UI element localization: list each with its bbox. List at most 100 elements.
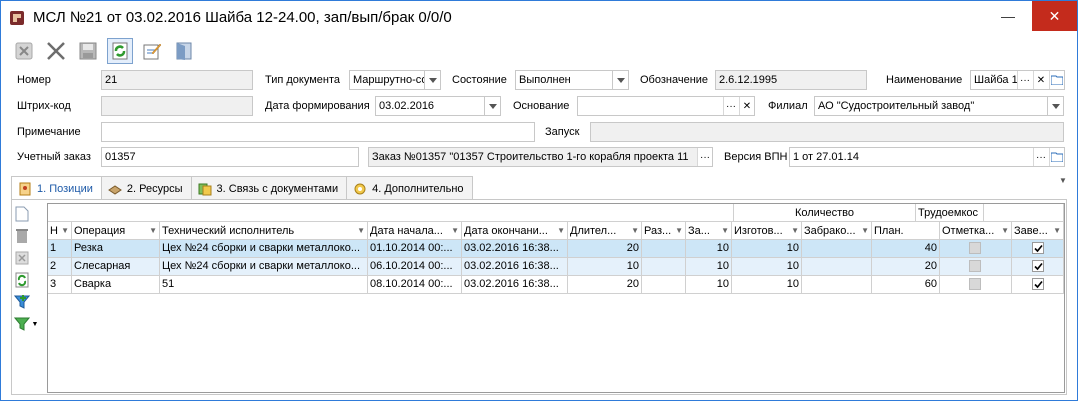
group-header-quantity: Количество bbox=[734, 204, 916, 222]
tab-positions[interactable]: 1. Позиции bbox=[11, 176, 102, 201]
mark-checkbox[interactable] bbox=[969, 242, 981, 254]
grid-side-toolbar: ▼ bbox=[13, 204, 39, 336]
tab-document-links[interactable]: 3. Связь с документами bbox=[190, 176, 348, 200]
form-date-select[interactable]: 03.02.2016 bbox=[375, 96, 501, 116]
col-header-done-label: Заве... bbox=[1014, 225, 1048, 237]
delete-row-button[interactable] bbox=[13, 226, 31, 246]
order-field[interactable]: 01357 bbox=[101, 147, 359, 167]
col-header-plan[interactable]: План. bbox=[872, 222, 940, 240]
folder-button[interactable] bbox=[1049, 148, 1064, 166]
filter-icon[interactable]: ▼ bbox=[721, 226, 729, 235]
table-row[interactable]: 3 Сварка 51 08.10.2014 00:... 03.02.2016… bbox=[48, 276, 1064, 294]
positions-grid: Количество Трудоемкос Н ▼ Операция ▼ Техни… bbox=[47, 203, 1065, 393]
table-row[interactable]: 2 Слесарная Цех №24 сборки и сварки мета… bbox=[48, 258, 1064, 276]
filter-icon[interactable]: ▼ bbox=[791, 226, 799, 235]
tab-additional[interactable]: 4. Дополнительно bbox=[346, 176, 473, 200]
note-field[interactable] bbox=[101, 122, 535, 142]
doc-type-select[interactable]: Маршрутно-со bbox=[349, 70, 441, 90]
edit-button[interactable] bbox=[139, 38, 165, 64]
chevron-down-icon[interactable] bbox=[424, 71, 440, 89]
col-header-rejected[interactable]: Забрако... ▼ bbox=[802, 222, 872, 240]
cell-rejected bbox=[802, 258, 872, 276]
branch-select[interactable]: АО "Судостроительный завод" bbox=[814, 96, 1064, 116]
nomer-field[interactable]: 21 bbox=[101, 70, 253, 90]
tab-resources-label: 2. Ресурсы bbox=[126, 182, 183, 195]
folder-button[interactable] bbox=[1049, 71, 1064, 89]
ellipsis-button[interactable]: ··· bbox=[1017, 71, 1032, 89]
col-header-executor[interactable]: Технический исполнитель ▼ bbox=[160, 222, 368, 240]
launch-field[interactable] bbox=[590, 122, 1064, 142]
vpn-field[interactable]: 1 от 27.01.14 ··· bbox=[789, 147, 1065, 167]
done-checkbox[interactable] bbox=[1032, 242, 1044, 254]
chevron-down-icon[interactable] bbox=[484, 97, 500, 115]
mark-checkbox[interactable] bbox=[969, 260, 981, 272]
launch-label: Запуск bbox=[545, 126, 580, 138]
basis-field[interactable]: ··· ✕ bbox=[577, 96, 755, 116]
branch-value: АО "Судостроительный завод" bbox=[818, 100, 975, 112]
barcode-field[interactable] bbox=[101, 96, 253, 116]
mark-checkbox[interactable] bbox=[969, 278, 981, 290]
group-header-labor: Трудоемкос bbox=[916, 204, 984, 222]
filter-icon[interactable]: ▼ bbox=[861, 226, 869, 235]
filter-add-button[interactable] bbox=[13, 292, 31, 312]
ellipsis-button[interactable]: ··· bbox=[697, 148, 712, 166]
cancel-row-button[interactable] bbox=[13, 248, 31, 268]
chevron-down-icon[interactable] bbox=[1047, 97, 1063, 115]
dropdown-arrow-icon[interactable]: ▼ bbox=[32, 321, 39, 328]
done-checkbox[interactable] bbox=[1032, 278, 1044, 290]
new-row-button[interactable] bbox=[13, 204, 31, 224]
filter-button[interactable]: ▼ bbox=[13, 314, 39, 334]
filter-icon[interactable]: ▼ bbox=[451, 226, 459, 235]
filter-icon[interactable]: ▼ bbox=[557, 226, 565, 235]
filter-icon[interactable]: ▼ bbox=[61, 226, 69, 235]
vpn-value: 1 от 27.01.14 bbox=[793, 151, 859, 163]
filter-icon[interactable]: ▼ bbox=[1053, 226, 1061, 235]
col-header-end[interactable]: Дата окончани... ▼ bbox=[462, 222, 568, 240]
refresh-grid-button[interactable] bbox=[13, 270, 31, 290]
tab-resources[interactable]: 2. Ресурсы bbox=[100, 176, 192, 200]
col-header-za[interactable]: За... ▼ bbox=[686, 222, 732, 240]
cell-made: 10 bbox=[732, 276, 802, 294]
col-header-made[interactable]: Изготов... ▼ bbox=[732, 222, 802, 240]
ellipsis-button[interactable]: ··· bbox=[1033, 148, 1048, 166]
save-button[interactable] bbox=[75, 38, 101, 64]
delete-button[interactable] bbox=[43, 38, 69, 64]
cell-done bbox=[1012, 258, 1064, 276]
order-description-field[interactable]: Заказ №01357 "01357 Строительство 1-го к… bbox=[368, 147, 713, 167]
filter-icon[interactable]: ▼ bbox=[1001, 226, 1009, 235]
close-button[interactable]: ✕ bbox=[1032, 1, 1077, 31]
clear-button[interactable]: ✕ bbox=[1033, 71, 1048, 89]
group-header-spacer-right bbox=[984, 204, 1064, 222]
cell-raz bbox=[642, 240, 686, 258]
clear-button[interactable]: ✕ bbox=[739, 97, 754, 115]
table-row[interactable]: 1 Резка Цех №24 сборки и сварки металлок… bbox=[48, 240, 1064, 258]
check-icon bbox=[1034, 244, 1043, 253]
filter-icon[interactable]: ▼ bbox=[631, 226, 639, 235]
state-select[interactable]: Выполнен bbox=[515, 70, 629, 90]
col-header-plan-label: План. bbox=[874, 225, 904, 237]
cell-za: 10 bbox=[686, 258, 732, 276]
designation-field[interactable]: 2.6.12.1995 bbox=[715, 70, 867, 90]
col-header-n[interactable]: Н ▼ bbox=[48, 222, 72, 240]
minimize-button[interactable]: — bbox=[986, 1, 1030, 31]
filter-icon[interactable]: ▼ bbox=[675, 226, 683, 235]
col-header-executor-label: Технический исполнитель bbox=[162, 225, 295, 237]
filter-icon[interactable]: ▼ bbox=[357, 226, 365, 235]
name-field[interactable]: Шайба 1 ··· ✕ bbox=[970, 70, 1065, 90]
ellipsis-button[interactable]: ··· bbox=[723, 97, 738, 115]
col-header-operation[interactable]: Операция ▼ bbox=[72, 222, 160, 240]
cell-raz bbox=[642, 258, 686, 276]
col-header-start[interactable]: Дата начала... ▼ bbox=[368, 222, 462, 240]
form-date-label: Дата формирования bbox=[265, 100, 370, 112]
col-header-duration[interactable]: Длител... ▼ bbox=[568, 222, 642, 240]
filter-icon[interactable]: ▼ bbox=[149, 226, 157, 235]
done-checkbox[interactable] bbox=[1032, 260, 1044, 272]
col-header-raz[interactable]: Раз... ▼ bbox=[642, 222, 686, 240]
cancel-button[interactable] bbox=[11, 38, 37, 64]
col-header-done[interactable]: Заве... ▼ bbox=[1012, 222, 1064, 240]
chevron-down-icon[interactable] bbox=[612, 71, 628, 89]
col-header-mark[interactable]: Отметка... ▼ bbox=[940, 222, 1012, 240]
panel-menu-arrow-icon[interactable]: ▼ bbox=[1059, 176, 1067, 185]
exit-button[interactable] bbox=[171, 38, 197, 64]
refresh-button[interactable] bbox=[107, 38, 133, 64]
